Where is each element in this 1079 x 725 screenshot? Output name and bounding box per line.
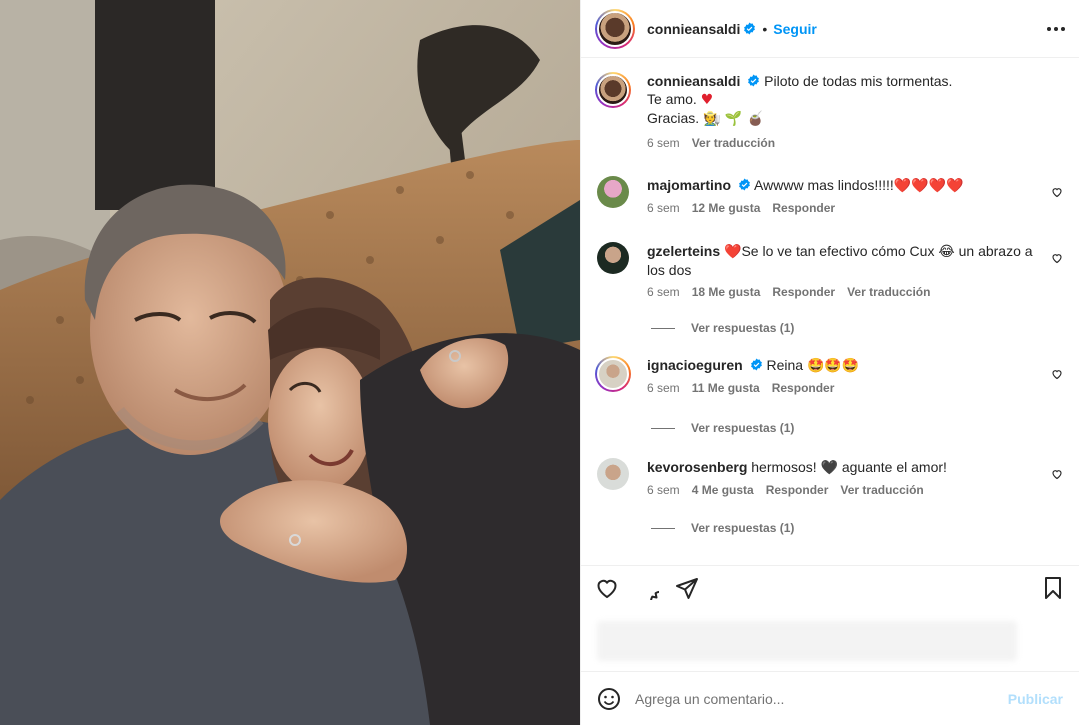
like-comment-heart-icon[interactable] [1051,252,1063,264]
caption-text-line3: Gracias. [647,110,700,126]
caption-translate-link[interactable]: Ver traducción [692,136,775,150]
comment-item: kevorosenberg hermosos! 🖤 aguante el amo… [597,458,1063,497]
couple-photo-illustration [0,0,580,725]
post-sidebar: connieansaldi • Seguir connieansaldi Pil… [580,0,1079,725]
heart-icon[interactable] [595,576,619,600]
comment-time: 6 sem [647,483,680,497]
replies-divider [651,527,675,529]
comment-likes[interactable]: 4 Me gusta [692,483,754,497]
publish-comment-button[interactable]: Publicar [1008,691,1063,707]
caption-text-line1: Piloto de todas mis tormentas. [764,73,953,89]
post-actions-bar [581,565,1079,609]
more-options-icon[interactable] [1047,21,1065,37]
post-photo[interactable] [0,0,580,725]
translate-link[interactable]: Ver traducción [847,285,930,299]
verified-badge-icon [744,22,756,35]
post-dialog: connieansaldi • Seguir connieansaldi Pil… [0,0,1079,725]
likes-section-blurred [581,609,1079,671]
reply-button[interactable]: Responder [766,483,829,497]
comment-emoji-prefix: ❤️ [724,244,742,260]
red-heart-emoji: ♥ [700,92,714,108]
comment-text-line2: los dos [647,262,692,278]
commenter-username[interactable]: gzelerteins [647,243,720,259]
comment-text: Reina [766,357,804,373]
comment-text: Se lo ve tan efectivo cómo Cux [741,243,935,259]
comment-text-cont: aguante el amor! [841,459,947,475]
replies-divider [651,427,675,429]
commenter-username[interactable]: ignacioeguren [647,357,743,373]
view-replies-label: Ver respuestas (1) [691,421,795,435]
caption-text-line2: Te amo. [647,91,697,107]
view-replies-label: Ver respuestas (1) [691,321,795,335]
comment-input[interactable] [635,690,1008,707]
replies-divider [651,327,675,329]
separator-dot: • [762,20,768,37]
comment-emojis: 🤩🤩🤩 [806,358,860,374]
reply-button[interactable]: Responder [772,285,835,299]
view-replies-button[interactable]: Ver respuestas (1) [651,321,794,335]
comment-text: hermosos! [751,459,817,475]
comments-list[interactable]: connieansaldi Piloto de todas mis tormen… [581,58,1079,565]
caption-username[interactable]: connieansaldi [647,73,740,89]
commenter-username[interactable]: majomartino [647,177,731,193]
comment-composer: Publicar [581,671,1079,725]
commenter-avatar[interactable] [595,356,631,392]
comment-text-cont: un abrazo a [958,243,1033,259]
comment-emoji: 🖤 [820,460,838,476]
comment-item: majomartino Awwww mas lindos!!!!!❤️❤️❤️❤… [597,176,1063,215]
comment-time: 6 sem [647,285,680,299]
verified-badge-icon [750,358,762,371]
verified-badge-icon [738,178,750,191]
like-comment-heart-icon[interactable] [1051,368,1063,380]
comment-text: Awwww mas lindos!!!!! [754,177,894,193]
comment-likes[interactable]: 18 Me gusta [692,285,761,299]
reply-button[interactable]: Responder [772,381,835,395]
commenter-username[interactable]: kevorosenberg [647,459,747,475]
commenter-avatar[interactable] [597,242,629,274]
follow-button[interactable]: Seguir [773,21,817,37]
comment-time: 6 sem [647,381,680,395]
commenter-avatar[interactable] [597,176,629,208]
view-replies-label: Ver respuestas (1) [691,521,795,535]
caption-emojis: 🧑‍🌾 🌱 🧉 [703,111,765,127]
comment-time: 6 sem [647,201,680,215]
comment-likes[interactable]: 12 Me gusta [692,201,761,215]
like-comment-heart-icon[interactable] [1051,186,1063,198]
reply-button[interactable]: Responder [772,201,835,215]
like-comment-heart-icon[interactable] [1051,468,1063,480]
comment-item: gzelerteins ❤️Se lo ve tan efectivo cómo… [597,242,1063,299]
view-replies-button[interactable]: Ver respuestas (1) [651,521,794,535]
share-icon[interactable] [675,576,699,600]
comment-icon[interactable] [635,576,659,600]
commenter-avatar[interactable] [597,458,629,490]
author-avatar[interactable] [595,8,635,49]
caption-avatar[interactable] [595,72,631,108]
post-header: connieansaldi • Seguir [581,0,1079,58]
bookmark-icon[interactable] [1041,576,1065,600]
translate-link[interactable]: Ver traducción [840,483,923,497]
comment-likes[interactable]: 11 Me gusta [692,381,760,395]
likes-placeholder [597,621,1017,661]
emoji-icon[interactable] [597,687,621,711]
post-caption: connieansaldi Piloto de todas mis tormen… [595,72,1063,150]
view-replies-button[interactable]: Ver respuestas (1) [651,421,794,435]
comment-emoji: 😂 [938,244,955,260]
author-username[interactable]: connieansaldi [647,21,740,37]
caption-time: 6 sem [647,136,680,150]
comment-item: ignacioeguren Reina 🤩🤩🤩 6 sem 11 Me gust… [595,356,1063,395]
comment-emojis: ❤️❤️❤️❤️ [893,178,964,194]
verified-badge-icon [748,74,760,87]
